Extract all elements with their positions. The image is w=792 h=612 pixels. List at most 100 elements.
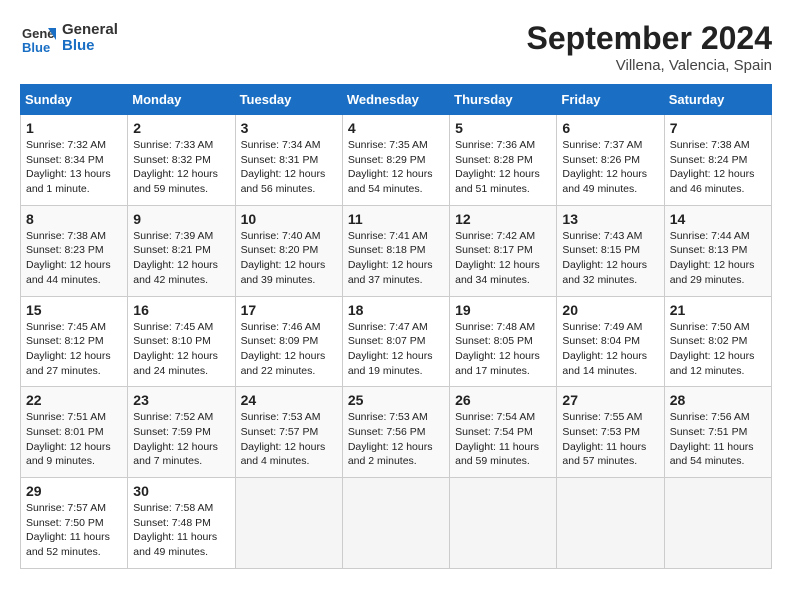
- cell-content: Sunrise: 7:53 AMSunset: 7:56 PMDaylight:…: [348, 410, 444, 469]
- cell-content: Sunrise: 7:54 AMSunset: 7:54 PMDaylight:…: [455, 410, 551, 469]
- day-number: 1: [26, 120, 122, 136]
- calendar-cell: 23 Sunrise: 7:52 AMSunset: 7:59 PMDayligh…: [128, 387, 235, 478]
- cell-content: Sunrise: 7:45 AMSunset: 8:10 PMDaylight:…: [133, 320, 229, 379]
- weekday-header: Sunday: [21, 85, 128, 115]
- cell-content: Sunrise: 7:55 AMSunset: 7:53 PMDaylight:…: [562, 410, 658, 469]
- day-number: 17: [241, 302, 337, 318]
- calendar-cell: 30 Sunrise: 7:58 AMSunset: 7:48 PMDayligh…: [128, 478, 235, 569]
- calendar-cell: 11 Sunrise: 7:41 AMSunset: 8:18 PMDayligh…: [342, 205, 449, 296]
- calendar-cell: 16 Sunrise: 7:45 AMSunset: 8:10 PMDayligh…: [128, 296, 235, 387]
- calendar-cell: 5 Sunrise: 7:36 AMSunset: 8:28 PMDaylight…: [450, 115, 557, 206]
- calendar-week-row: 15 Sunrise: 7:45 AMSunset: 8:12 PMDayligh…: [21, 296, 772, 387]
- calendar-table: SundayMondayTuesdayWednesdayThursdayFrid…: [20, 84, 772, 569]
- calendar-header-row: SundayMondayTuesdayWednesdayThursdayFrid…: [21, 85, 772, 115]
- calendar-cell: 14 Sunrise: 7:44 AMSunset: 8:13 PMDayligh…: [664, 205, 771, 296]
- day-number: 9: [133, 211, 229, 227]
- day-number: 16: [133, 302, 229, 318]
- day-number: 25: [348, 392, 444, 408]
- cell-content: Sunrise: 7:44 AMSunset: 8:13 PMDaylight:…: [670, 229, 766, 288]
- weekday-header: Thursday: [450, 85, 557, 115]
- cell-content: Sunrise: 7:47 AMSunset: 8:07 PMDaylight:…: [348, 320, 444, 379]
- day-number: 22: [26, 392, 122, 408]
- day-number: 10: [241, 211, 337, 227]
- calendar-cell: 18Sunrise: 7:47 AMSunset: 8:07 PMDayligh…: [342, 296, 449, 387]
- calendar-week-row: 22 Sunrise: 7:51 AMSunset: 8:01 PMDayligh…: [21, 387, 772, 478]
- cell-content: Sunrise: 7:38 AMSunset: 8:23 PMDaylight:…: [26, 229, 122, 288]
- month-title: September 2024: [527, 20, 772, 57]
- calendar-cell: 17 Sunrise: 7:46 AMSunset: 8:09 PMDayligh…: [235, 296, 342, 387]
- cell-content: Sunrise: 7:34 AMSunset: 8:31 PMDaylight:…: [241, 138, 337, 197]
- cell-content: Sunrise: 7:37 AMSunset: 8:26 PMDaylight:…: [562, 138, 658, 197]
- day-number: 7: [670, 120, 766, 136]
- cell-content: Sunrise: 7:41 AMSunset: 8:18 PMDaylight:…: [348, 229, 444, 288]
- calendar-cell: 29 Sunrise: 7:57 AMSunset: 7:50 PMDayligh…: [21, 478, 128, 569]
- day-number: 6: [562, 120, 658, 136]
- calendar-cell: 3Sunrise: 7:34 AMSunset: 8:31 PMDaylight…: [235, 115, 342, 206]
- cell-content: Sunrise: 7:51 AMSunset: 8:01 PMDaylight:…: [26, 410, 122, 469]
- day-number: 23: [133, 392, 229, 408]
- day-number: 30: [133, 483, 229, 499]
- calendar-cell: [235, 478, 342, 569]
- day-number: 11: [348, 211, 444, 227]
- day-number: 27: [562, 392, 658, 408]
- day-number: 2: [133, 120, 229, 136]
- calendar-cell: 1 Sunrise: 7:32 AMSunset: 8:34 PMDaylight…: [21, 115, 128, 206]
- location-title: Villena, Valencia, Spain: [527, 57, 772, 74]
- calendar-cell: 9 Sunrise: 7:39 AMSunset: 8:21 PMDaylight…: [128, 205, 235, 296]
- weekday-header: Tuesday: [235, 85, 342, 115]
- calendar-cell: 26 Sunrise: 7:54 AMSunset: 7:54 PMDayligh…: [450, 387, 557, 478]
- calendar-cell: 8Sunrise: 7:38 AMSunset: 8:23 PMDaylight…: [21, 205, 128, 296]
- calendar-cell: 6 Sunrise: 7:37 AMSunset: 8:26 PMDaylight…: [557, 115, 664, 206]
- cell-content: Sunrise: 7:52 AMSunset: 7:59 PMDaylight:…: [133, 410, 229, 469]
- day-number: 26: [455, 392, 551, 408]
- calendar-cell: 2 Sunrise: 7:33 AMSunset: 8:32 PMDaylight…: [128, 115, 235, 206]
- cell-content: Sunrise: 7:32 AMSunset: 8:34 PMDaylight:…: [26, 138, 122, 197]
- calendar-cell: [664, 478, 771, 569]
- calendar-cell: 15 Sunrise: 7:45 AMSunset: 8:12 PMDayligh…: [21, 296, 128, 387]
- calendar-cell: [450, 478, 557, 569]
- cell-content: Sunrise: 7:39 AMSunset: 8:21 PMDaylight:…: [133, 229, 229, 288]
- cell-content: Sunrise: 7:46 AMSunset: 8:09 PMDaylight:…: [241, 320, 337, 379]
- cell-content: Sunrise: 7:36 AMSunset: 8:28 PMDaylight:…: [455, 138, 551, 197]
- cell-content: Sunrise: 7:38 AMSunset: 8:24 PMDaylight:…: [670, 138, 766, 197]
- day-number: 12: [455, 211, 551, 227]
- logo-line1: General: [62, 22, 118, 39]
- calendar-week-row: 1 Sunrise: 7:32 AMSunset: 8:34 PMDaylight…: [21, 115, 772, 206]
- calendar-cell: 25 Sunrise: 7:53 AMSunset: 7:56 PMDayligh…: [342, 387, 449, 478]
- calendar-cell: 4 Sunrise: 7:35 AMSunset: 8:29 PMDaylight…: [342, 115, 449, 206]
- calendar-week-row: 29 Sunrise: 7:57 AMSunset: 7:50 PMDayligh…: [21, 478, 772, 569]
- day-number: 5: [455, 120, 551, 136]
- calendar-week-row: 8Sunrise: 7:38 AMSunset: 8:23 PMDaylight…: [21, 205, 772, 296]
- calendar-cell: [557, 478, 664, 569]
- cell-content: Sunrise: 7:40 AMSunset: 8:20 PMDaylight:…: [241, 229, 337, 288]
- day-number: 15: [26, 302, 122, 318]
- calendar-cell: 7 Sunrise: 7:38 AMSunset: 8:24 PMDaylight…: [664, 115, 771, 206]
- svg-text:Blue: Blue: [22, 40, 50, 55]
- day-number: 28: [670, 392, 766, 408]
- cell-content: Sunrise: 7:48 AMSunset: 8:05 PMDaylight:…: [455, 320, 551, 379]
- cell-content: Sunrise: 7:57 AMSunset: 7:50 PMDaylight:…: [26, 501, 122, 560]
- calendar-cell: 13Sunrise: 7:43 AMSunset: 8:15 PMDayligh…: [557, 205, 664, 296]
- logo-line2: Blue: [62, 38, 118, 55]
- weekday-header: Wednesday: [342, 85, 449, 115]
- cell-content: Sunrise: 7:53 AMSunset: 7:57 PMDaylight:…: [241, 410, 337, 469]
- day-number: 29: [26, 483, 122, 499]
- calendar-cell: 10 Sunrise: 7:40 AMSunset: 8:20 PMDayligh…: [235, 205, 342, 296]
- cell-content: Sunrise: 7:45 AMSunset: 8:12 PMDaylight:…: [26, 320, 122, 379]
- weekday-header: Saturday: [664, 85, 771, 115]
- day-number: 14: [670, 211, 766, 227]
- day-number: 20: [562, 302, 658, 318]
- cell-content: Sunrise: 7:58 AMSunset: 7:48 PMDaylight:…: [133, 501, 229, 560]
- day-number: 4: [348, 120, 444, 136]
- calendar-cell: 22 Sunrise: 7:51 AMSunset: 8:01 PMDayligh…: [21, 387, 128, 478]
- calendar-cell: 12Sunrise: 7:42 AMSunset: 8:17 PMDayligh…: [450, 205, 557, 296]
- cell-content: Sunrise: 7:33 AMSunset: 8:32 PMDaylight:…: [133, 138, 229, 197]
- weekday-header: Friday: [557, 85, 664, 115]
- logo-icon: General Blue: [20, 20, 56, 56]
- day-number: 21: [670, 302, 766, 318]
- logo: General Blue General Blue: [20, 20, 118, 56]
- day-number: 24: [241, 392, 337, 408]
- page-header: General Blue General Blue September 2024…: [20, 20, 772, 74]
- cell-content: Sunrise: 7:35 AMSunset: 8:29 PMDaylight:…: [348, 138, 444, 197]
- calendar-cell: 24 Sunrise: 7:53 AMSunset: 7:57 PMDayligh…: [235, 387, 342, 478]
